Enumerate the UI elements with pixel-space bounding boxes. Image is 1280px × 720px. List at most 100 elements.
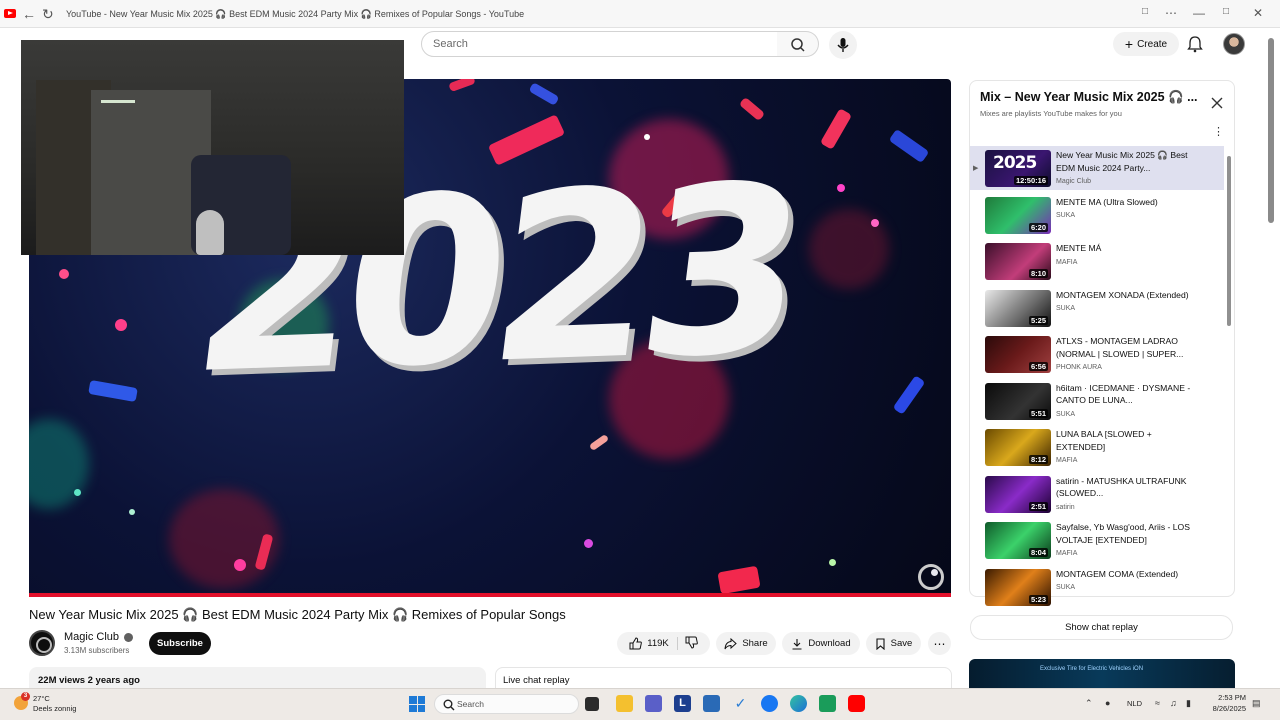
playlist-thumbnail[interactable]: 8:04: [985, 522, 1051, 559]
search-input[interactable]: [422, 32, 777, 56]
playlist-item-channel[interactable]: SUKA: [1056, 411, 1075, 418]
playlist-thumbnail[interactable]: 6:20: [985, 196, 1051, 234]
voice-search-button[interactable]: [829, 31, 857, 59]
share-button[interactable]: Share: [716, 632, 776, 655]
notification-center-icon[interactable]: ▤: [1252, 698, 1261, 709]
volume-icon[interactable]: ♫: [1170, 698, 1177, 708]
tray-mic-icon[interactable]: ●: [1105, 698, 1110, 708]
confetti: [892, 375, 926, 415]
playlist-item-title[interactable]: MONTAGEM COMA (Extended): [1056, 568, 1194, 581]
channel-name[interactable]: Magic Club: [64, 631, 134, 643]
playlist-thumbnail[interactable]: 5:51: [985, 382, 1051, 420]
playlist-item-channel[interactable]: MAFIA: [1056, 259, 1077, 266]
tab-title: YouTube - New Year Music Mix 2025 🎧 Best…: [66, 9, 525, 19]
facebook-icon[interactable]: [761, 695, 778, 712]
windows-start-icon[interactable]: [409, 696, 425, 712]
playlist-item-channel[interactable]: MAFIA: [1056, 550, 1077, 557]
playlist-item-title[interactable]: MENTE MA (Ultra Slowed): [1056, 196, 1194, 209]
playlist-item-title[interactable]: satirin - MATUSHKA ULTRAFUNK (SLOWED...: [1056, 475, 1194, 500]
back-arrow-icon[interactable]: ←: [22, 6, 36, 22]
reload-icon[interactable]: ↻: [42, 6, 54, 23]
more-actions-button[interactable]: ⋯: [928, 632, 951, 655]
playlist-thumbnail[interactable]: 8:12: [985, 429, 1051, 466]
playlist-thumbnail[interactable]: 6:56: [985, 336, 1051, 373]
progress-bar[interactable]: [29, 593, 951, 597]
page-scrollbar[interactable]: [1268, 38, 1274, 223]
playlist-thumbnail[interactable]: 5:23: [985, 568, 1051, 606]
playlist-item-channel[interactable]: MAFIA: [1056, 457, 1077, 464]
playlist-item-title[interactable]: h6itam · ICEDMANE · DYSMANE - CANTO DE L…: [1056, 382, 1194, 407]
playlist-title[interactable]: Mix – New Year Music Mix 2025 🎧 ...: [980, 90, 1198, 105]
tray-time[interactable]: 2:53 PM: [1210, 693, 1246, 702]
l-app-icon[interactable]: L: [674, 695, 691, 712]
playlist-thumbnail[interactable]: 8:10: [985, 243, 1051, 280]
confetti-dot: [644, 134, 650, 140]
close-icon[interactable]: [1209, 95, 1225, 111]
confetti: [528, 82, 560, 106]
webcam-overlay: [21, 40, 404, 255]
playlist-thumbnail[interactable]: 2025 12:50:16: [985, 150, 1051, 187]
thumbs-up-icon: [629, 637, 643, 650]
save-label: Save: [890, 638, 913, 649]
playlist-item-channel[interactable]: SUKA: [1056, 584, 1075, 591]
playlist-item-channel[interactable]: SUKA: [1056, 305, 1075, 312]
duration-badge: 8:10: [1028, 269, 1048, 278]
youtube-app-icon[interactable]: [848, 695, 865, 712]
close-window-icon[interactable]: ✕: [1253, 6, 1263, 20]
playlist-thumbnail[interactable]: 5:25: [985, 289, 1051, 327]
tray-date[interactable]: 8/26/2025: [1200, 704, 1246, 713]
battery-icon[interactable]: ▮: [1186, 698, 1191, 709]
search-button[interactable]: [777, 31, 819, 57]
app-view-icon[interactable]: □: [1142, 6, 1148, 17]
task-view-icon[interactable]: [585, 697, 599, 711]
maximize-icon[interactable]: □: [1223, 6, 1229, 17]
playlist-item-title[interactable]: MENTE MÁ: [1056, 242, 1194, 255]
more-vertical-icon[interactable]: ⋮: [1213, 125, 1224, 138]
playlist-thumbnail[interactable]: 2:51: [985, 475, 1051, 513]
notifications-bell-icon[interactable]: [1186, 35, 1204, 53]
taskbar-search-box[interactable]: [434, 694, 579, 714]
like-count: 119K: [647, 638, 669, 649]
playlist-subtitle: Mixes are playlists YouTube makes for yo…: [980, 109, 1122, 118]
more-menu-icon[interactable]: ⋯: [1165, 6, 1177, 20]
confetti-dot: [115, 319, 127, 331]
edge-icon[interactable]: [790, 695, 807, 712]
duration-badge: 2:51: [1028, 501, 1048, 511]
playlist-item-channel[interactable]: PHONK AURA: [1056, 364, 1102, 371]
playlist-item-title[interactable]: LUNA BALA [SLOWED + EXTENDED]: [1056, 428, 1194, 453]
playlist-item-channel[interactable]: satirin: [1056, 504, 1075, 511]
teams-icon[interactable]: [645, 695, 662, 712]
store-icon[interactable]: [703, 695, 720, 712]
create-button[interactable]: + Create: [1113, 32, 1179, 56]
weather-temperature[interactable]: 27°C: [33, 694, 50, 703]
playlist-scrollbar[interactable]: [1227, 156, 1231, 326]
todo-check-icon[interactable]: ✓: [732, 695, 749, 712]
playlist-item-channel[interactable]: SUKA: [1056, 212, 1075, 219]
show-chat-replay-button[interactable]: Show chat replay: [970, 615, 1233, 640]
save-button[interactable]: Save: [866, 632, 921, 655]
user-avatar[interactable]: [1223, 33, 1245, 55]
playlist-item-channel[interactable]: Magic Club: [1056, 178, 1091, 185]
channel-avatar[interactable]: [29, 630, 55, 656]
playlist-item-title[interactable]: ATLXS - MONTAGEM LADRAO (NORMAL | SLOWED…: [1056, 335, 1194, 360]
weather-description[interactable]: Deels zonnig: [33, 704, 76, 713]
minimize-icon[interactable]: —: [1193, 6, 1205, 20]
file-explorer-icon[interactable]: [616, 695, 633, 712]
tray-language[interactable]: NLD: [1127, 699, 1142, 708]
like-button[interactable]: 119K: [629, 637, 678, 650]
ad-banner-text: Exclusive Tire for Electric Vehicles iON: [1040, 666, 1144, 672]
subscribe-button[interactable]: Subscribe: [149, 632, 211, 655]
download-button[interactable]: Download: [782, 632, 860, 655]
wifi-icon[interactable]: ≈: [1155, 698, 1160, 708]
taskbar-search-label: Search: [457, 699, 484, 709]
youtube-favicon-icon: [4, 9, 16, 18]
duration-badge: 6:56: [1028, 362, 1048, 371]
playlist-item-title[interactable]: New Year Music Mix 2025 🎧 Best EDM Music…: [1056, 149, 1194, 174]
dislike-button[interactable]: [683, 636, 698, 652]
search-bar[interactable]: [421, 31, 778, 57]
green-app-icon[interactable]: [819, 695, 836, 712]
playlist-item-title[interactable]: Sayfalse, Yb Wasg'ood, Ariis - LOS VOLTA…: [1056, 521, 1194, 546]
confetti-dot: [584, 539, 593, 548]
playlist-item-title[interactable]: MONTAGEM XONADA (Extended): [1056, 289, 1194, 302]
tray-chevron-icon[interactable]: ⌃: [1085, 698, 1093, 709]
